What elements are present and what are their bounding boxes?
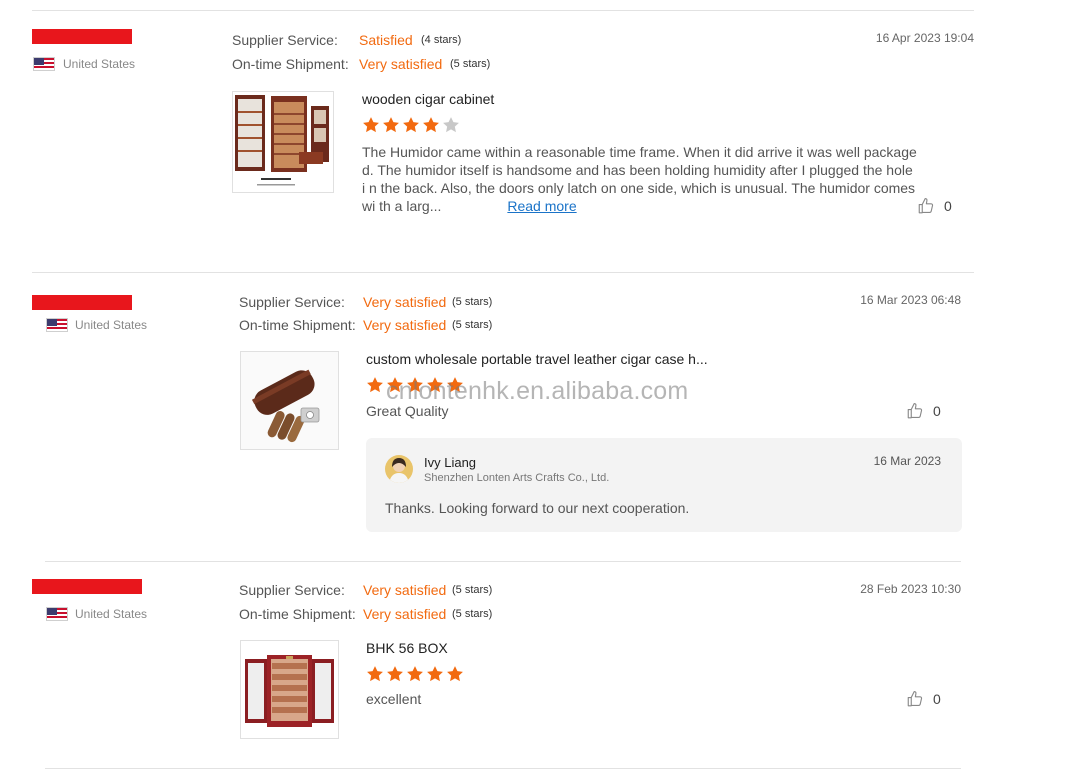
product-thumbnail[interactable] <box>232 91 334 193</box>
like-button[interactable]: 0 <box>906 690 941 708</box>
divider <box>32 272 974 273</box>
review-text: The Humidor came within a reasonable tim… <box>362 143 918 215</box>
reviewer-country: United States <box>75 607 148 621</box>
review-text: Great Quality <box>366 403 449 419</box>
star-empty-icon <box>443 117 459 133</box>
read-more-link[interactable]: Read more <box>507 198 576 214</box>
shipment-label: On-time Shipment: <box>232 56 349 72</box>
supplier-service-rating: Satisfied <box>359 32 413 48</box>
star-filled-icon <box>383 117 399 133</box>
like-count: 0 <box>933 691 941 707</box>
product-thumbnail[interactable] <box>240 351 339 450</box>
review-body: The Humidor came within a reasonable tim… <box>362 144 917 214</box>
like-button[interactable]: 0 <box>906 402 941 420</box>
shipment-stars: (5 stars) <box>452 608 493 620</box>
star-rating <box>361 115 461 135</box>
product-title[interactable]: wooden cigar cabinet <box>362 91 494 107</box>
thumbs-up-icon <box>918 197 934 214</box>
shipment-rating: Very satisfied <box>363 606 447 622</box>
like-button[interactable]: 0 <box>917 197 952 215</box>
shipment-stars: (5 stars) <box>450 58 491 70</box>
review-date: 16 Mar 2023 06:48 <box>860 293 961 307</box>
star-filled-icon <box>387 666 403 682</box>
supplier-reply-name: Ivy Liang <box>424 455 477 470</box>
shipment-stars: (5 stars) <box>452 319 493 331</box>
star-filled-icon <box>447 377 463 393</box>
divider <box>45 561 961 562</box>
star-rating <box>365 375 465 395</box>
supplier-reply-text: Thanks. Looking forward to our next coop… <box>385 500 690 516</box>
supplier-service-rating: Very satisfied <box>363 582 447 598</box>
reviewer-country: United States <box>75 318 148 332</box>
supplier-service-rating: Very satisfied <box>363 294 447 310</box>
shipment-rating: Very satisfied <box>363 317 447 333</box>
thumbs-up-icon <box>907 402 923 419</box>
star-filled-icon <box>403 117 419 133</box>
shipment-label: On-time Shipment: <box>239 317 356 333</box>
star-filled-icon <box>447 666 463 682</box>
divider <box>45 768 961 769</box>
redacted-reviewer-name <box>32 29 132 44</box>
star-filled-icon <box>407 377 423 393</box>
leather-cigar-case-image <box>241 352 338 449</box>
star-rating <box>365 664 465 684</box>
like-count: 0 <box>933 403 941 419</box>
cigar-cabinet-image <box>235 95 329 186</box>
redacted-reviewer-name <box>32 295 132 310</box>
supplier-service-label: Supplier Service: <box>239 582 345 598</box>
thumbs-up-icon <box>907 690 923 707</box>
star-filled-icon <box>423 117 439 133</box>
star-filled-icon <box>363 117 379 133</box>
reviewer-country: United States <box>63 57 136 71</box>
review-date: 28 Feb 2023 10:30 <box>860 582 961 596</box>
product-title[interactable]: custom wholesale portable travel leather… <box>366 351 708 367</box>
supplier-service-label: Supplier Service: <box>239 294 345 310</box>
product-title[interactable]: BHK 56 BOX <box>366 640 448 656</box>
shipment-label: On-time Shipment: <box>239 606 356 622</box>
humidor-box-image <box>241 641 338 738</box>
supplier-service-stars: (5 stars) <box>452 296 493 308</box>
supplier-service-label: Supplier Service: <box>232 32 338 48</box>
star-filled-icon <box>367 377 383 393</box>
supplier-reply: Ivy Liang Shenzhen Lonten Arts Crafts Co… <box>366 438 962 532</box>
supplier-reply-date: 16 Mar 2023 <box>873 454 941 468</box>
supplier-reply-company: Shenzhen Lonten Arts Crafts Co., Ltd. <box>424 472 610 484</box>
supplier-avatar <box>385 455 413 483</box>
review-text: excellent <box>366 691 422 707</box>
supplier-service-stars: (5 stars) <box>452 584 493 596</box>
star-filled-icon <box>367 666 383 682</box>
us-flag-icon <box>33 57 55 71</box>
shipment-rating: Very satisfied <box>359 56 443 72</box>
star-filled-icon <box>387 377 403 393</box>
review-date: 16 Apr 2023 19:04 <box>875 31 974 45</box>
star-filled-icon <box>427 666 443 682</box>
star-filled-icon <box>407 666 423 682</box>
product-thumbnail[interactable] <box>240 640 339 739</box>
redacted-reviewer-name <box>32 579 142 594</box>
star-filled-icon <box>427 377 443 393</box>
us-flag-icon <box>46 318 68 332</box>
like-count: 0 <box>944 198 952 214</box>
us-flag-icon <box>46 607 68 621</box>
divider <box>32 10 974 11</box>
supplier-service-stars: (4 stars) <box>421 34 462 46</box>
